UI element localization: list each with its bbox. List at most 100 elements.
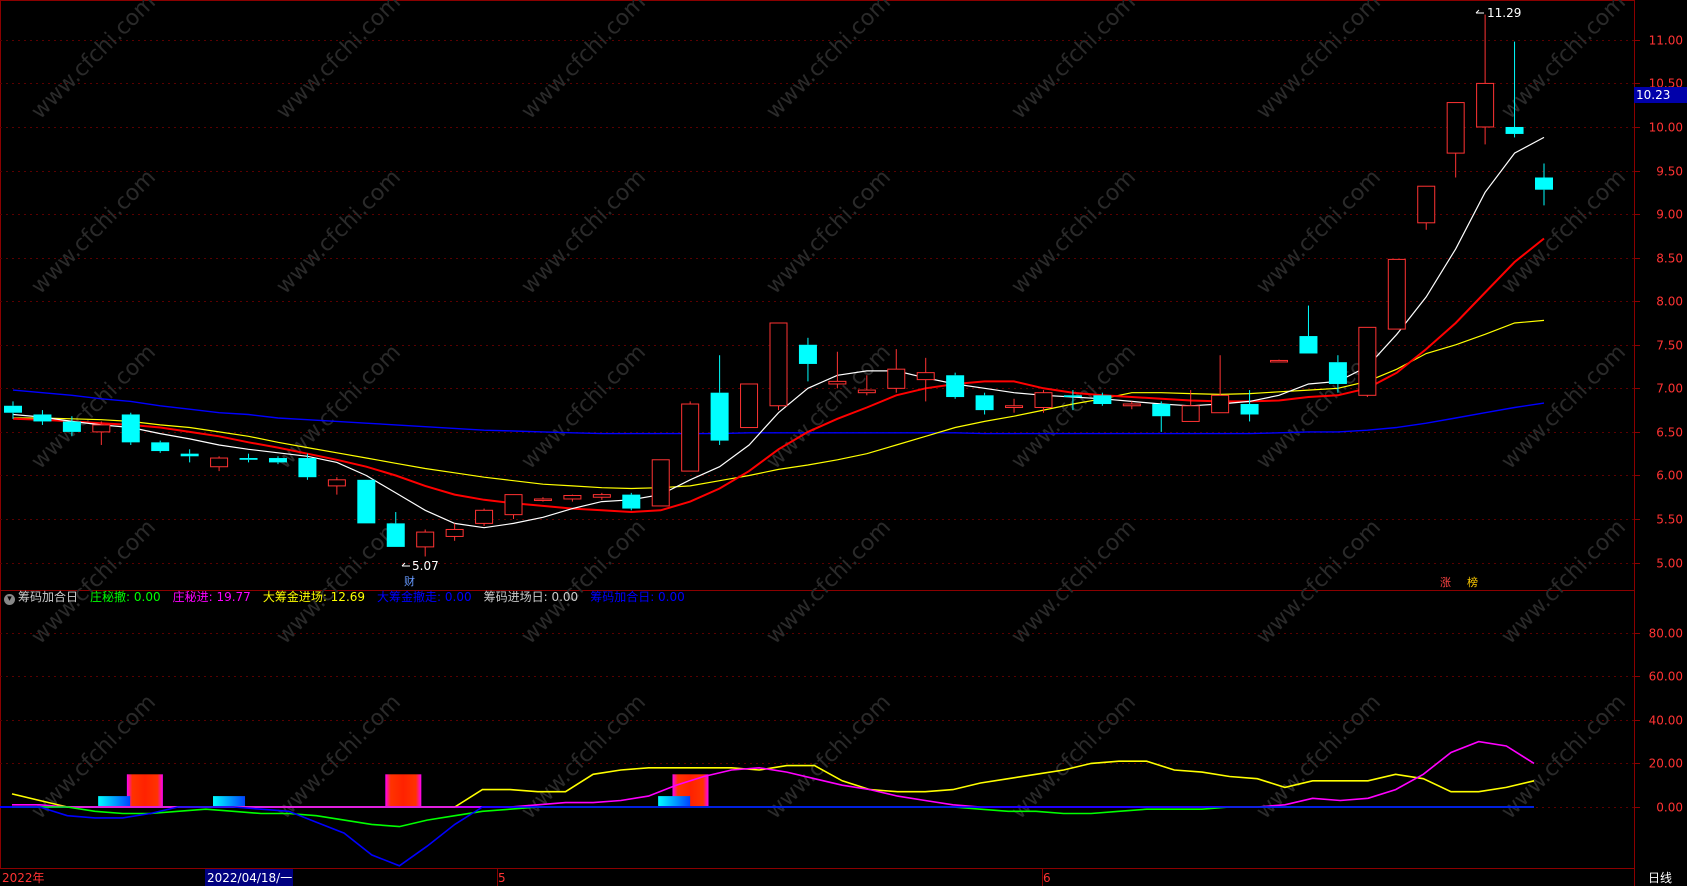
candle-body [1270,359,1289,363]
candle-body [710,392,729,441]
indicator-header: ▾ 筹码加合日 庄秘撤: 0.00 庄秘进: 19.77 大筹金进场: 12.69 大筹金… [4,588,697,606]
candle-body [1299,336,1318,354]
candle [710,355,729,445]
y-tick-label: 8.50 [1656,252,1683,266]
candle-body [1328,362,1347,384]
candle-body [1446,102,1465,154]
candle-body [445,528,464,537]
y-tick-label: 80.00 [1649,627,1683,641]
candle [357,479,376,524]
watermark-text: www.cfchi.com [517,0,651,124]
red-indicator-bar [126,774,163,807]
candle-body [33,414,52,422]
candle [798,337,817,382]
candle [1299,305,1318,354]
y-tick-label: 9.00 [1656,208,1683,222]
candle [592,492,611,500]
candle-body [563,494,582,500]
candle-body [180,453,199,457]
y-tick-label: 10.00 [1649,121,1683,135]
candle-body [916,372,935,381]
candle-body [357,479,376,524]
cai-marker: 财 [404,574,415,588]
indicator-bars [98,774,709,807]
watermark-text: www.cfchi.com [1007,165,1141,299]
y-tick-label: 40.00 [1649,714,1683,728]
indicator-toggle-icon[interactable]: ▾ [4,594,15,605]
candle-body [769,322,788,407]
y-tick-label: 8.00 [1656,295,1683,309]
y-tick-label: 7.00 [1656,382,1683,396]
year-label: 2022年 [2,871,45,885]
candle [946,372,965,399]
period-label[interactable]: 日线 [1648,871,1672,885]
y-tick-label: 60.00 [1649,670,1683,684]
candle-body [1505,126,1524,134]
candle-body [1034,392,1053,408]
y-tick-label: 5.00 [1656,557,1683,571]
low-price-label: 5.07 [412,559,439,573]
indicator-item: 大筹金进场: 12.69 [262,590,366,604]
candle [1122,401,1141,410]
candle-body [475,509,494,524]
price-axis: 11.0010.5010.009.509.008.508.007.507.006… [1634,34,1683,571]
candle-body [651,459,670,507]
watermark-text: www.cfchi.com [762,165,896,299]
candle [445,523,464,541]
watermark-text: www.cfchi.com [517,340,651,474]
y-tick-label: 6.50 [1656,426,1683,440]
candle-body [268,458,287,463]
y-tick-label: 7.50 [1656,339,1683,353]
candle [1387,258,1406,330]
watermark-text: www.cfchi.com [27,515,161,649]
indicator-item: 庄秘撤: 0.00 [90,590,161,604]
candle-body [416,531,435,548]
candle-body [887,368,906,389]
candle [681,401,700,472]
candle [475,508,494,526]
red-indicator-bar [385,774,422,807]
candle-body [1093,395,1112,405]
candle-body [592,494,611,498]
candle-body [1211,394,1230,414]
candle-body [798,344,817,364]
indicator-item: 筹码进场日: 0.00 [483,590,579,604]
watermark-text: www.cfchi.com [272,0,406,124]
watermark-text: www.cfchi.com [1007,690,1141,824]
candle-body [210,457,229,468]
candle-body [1122,403,1141,407]
watermark-text: www.cfchi.com [27,165,161,299]
stock-chart[interactable]: www.cfchi.com www.cfchi.com www.cfchi.com w… [0,0,1687,886]
watermark-text: www.cfchi.com [1007,340,1141,474]
candle [151,440,170,453]
candle [1446,102,1465,178]
candle [327,477,346,495]
candle-body [740,383,759,429]
candle-body [1535,177,1553,190]
indicator-name[interactable]: 筹码加合日 [18,590,78,604]
indicator-item: 大筹金撤走: 0.00 [377,590,472,604]
watermark-text: www.cfchi.com [762,515,896,649]
watermark-text: www.cfchi.com [1007,515,1141,649]
candle [1240,390,1259,422]
watermark-text: www.cfchi.com [27,340,161,474]
watermark-text: www.cfchi.com [272,515,406,649]
candle-body [622,494,641,509]
candle [92,421,111,445]
candle [1417,185,1436,230]
cyan-indicator-bar [213,796,246,807]
candle-body [327,479,346,487]
candle [121,412,140,445]
candle-body [121,414,140,443]
watermark-text: www.cfchi.com [1497,690,1631,824]
indicator-axis: 80.00 60.00 40.00 20.00 0.00 [1634,627,1683,815]
watermark-text: www.cfchi.com [1007,0,1141,124]
candle-body [92,424,111,433]
candle-body [1387,258,1406,330]
candle-body [857,389,876,394]
candle [769,322,788,411]
candle [1535,163,1553,206]
candle [4,401,22,419]
candle [1358,326,1377,398]
cyan-indicator-bar [98,796,131,807]
